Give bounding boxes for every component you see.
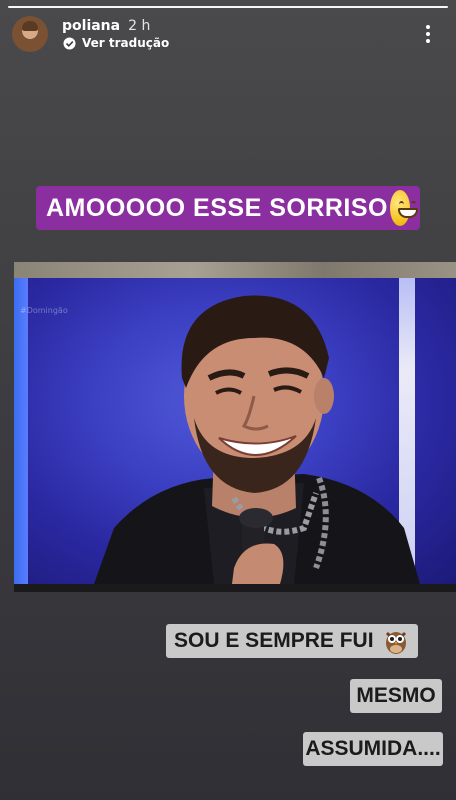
watermark: #Domingão [20,306,68,315]
person-illustration [94,295,420,584]
tv-screen-photo: #Domingão [14,278,456,584]
sticker-line-3-text: ASSUMIDA.... [305,737,441,760]
avatar[interactable] [12,16,48,52]
translate-icon [62,36,76,50]
timestamp: 2 h [128,18,151,34]
title-text: AMOOOOO ESSE SORRISO [46,193,388,222]
tv-bezel-bottom [14,584,456,592]
username[interactable]: poliana [62,18,120,34]
sticker-line-2-text: MESMO [356,684,436,707]
sticker-line-1: SOU E SEMPRE FUI [166,624,418,658]
sticker-line-2: MESMO [350,679,442,713]
title-sticker: AMOOOOO ESSE SORRISO [36,186,420,230]
more-vertical-icon[interactable] [416,20,440,48]
grinning-face-emoji-icon [390,190,418,226]
story-header: poliana 2 h Ver tradução [12,14,444,54]
sticker-line-3: ASSUMIDA.... [303,732,443,766]
translate-label: Ver tradução [82,36,170,50]
translate-link[interactable]: Ver tradução [62,36,169,50]
story-progress-bar [8,6,448,8]
wall-background [14,262,456,278]
sticker-line-1-text: SOU E SEMPRE FUI [174,629,374,652]
stage-light-left [14,278,28,584]
owl-emoji-icon [385,631,406,654]
story-meta: poliana 2 h Ver tradução [62,18,169,50]
